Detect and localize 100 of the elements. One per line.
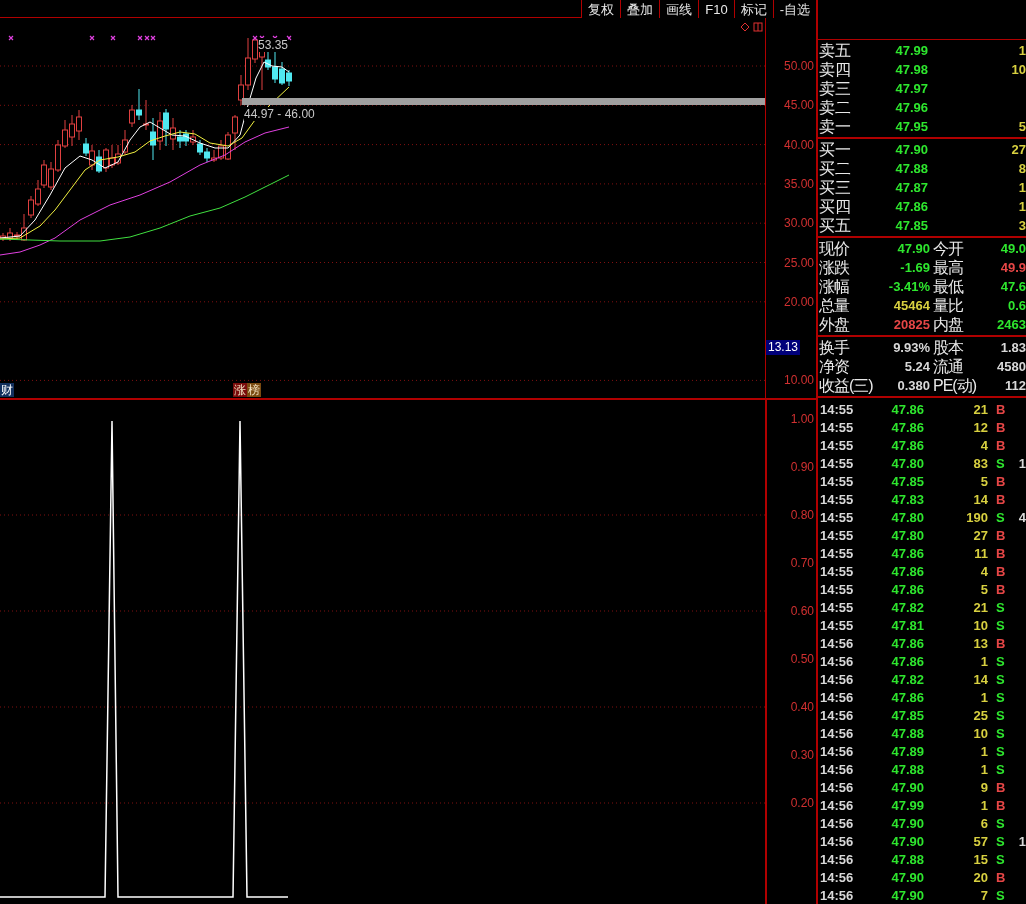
quote-value: 2463: [997, 316, 1026, 334]
quote-label: 外盘: [818, 315, 851, 335]
axis-label: 0.80: [790, 508, 814, 522]
trade-time: 14:55: [819, 581, 855, 599]
axis-label: 0.20: [790, 796, 814, 810]
quote-value: -1.69: [899, 259, 930, 277]
trade-extra: 4: [1018, 509, 1026, 527]
trade-time: 14:55: [819, 491, 855, 509]
axis-label: 45.00: [783, 98, 814, 113]
order-volume: 1: [1018, 42, 1026, 60]
quote-label: 股本: [932, 338, 964, 358]
quote-label: 现价: [818, 239, 850, 259]
trade-side: B: [995, 473, 1007, 491]
order-volume: 3: [1018, 217, 1026, 235]
trade-time: 14:56: [819, 797, 855, 815]
trade-side: B: [995, 797, 1007, 815]
marker-tag[interactable]: 涨: [233, 383, 247, 397]
order-level-label: 买一: [818, 140, 852, 160]
toolbar-button[interactable]: 复权: [581, 0, 621, 18]
trade-side: B: [995, 419, 1007, 437]
axis-label: 40.00: [783, 137, 814, 152]
trade-side: S: [995, 599, 1006, 617]
order-price: 47.98: [894, 61, 928, 79]
trade-price: 47.85: [890, 473, 924, 491]
trade-time: 14:56: [819, 815, 855, 833]
order-level-label: 卖一: [818, 117, 852, 137]
trade-time: 14:55: [819, 473, 855, 491]
quote-value: 49.0: [1000, 240, 1026, 258]
axis-label: 0.90: [790, 460, 814, 474]
axis-label: 0.40: [790, 700, 814, 714]
trade-side: S: [995, 815, 1006, 833]
trade-price: 47.90: [890, 779, 924, 797]
trade-price: 47.86: [890, 563, 924, 581]
trade-time: 14:55: [819, 455, 855, 473]
window-icon[interactable]: [753, 22, 763, 32]
order-price: 47.85: [894, 217, 928, 235]
quote-value: 5.24: [903, 358, 930, 376]
quote-label: PE(动): [932, 376, 977, 396]
trade-price: 47.86: [890, 437, 924, 455]
trade-volume: 15: [972, 851, 988, 869]
trade-side: S: [995, 725, 1006, 743]
toolbar-button[interactable]: 标记: [733, 0, 773, 18]
quote-label: 涨幅: [818, 277, 850, 297]
quote-value: 45464: [892, 297, 930, 315]
order-level-label: 买四: [818, 197, 852, 217]
quote-label: 最低: [932, 277, 965, 297]
trade-time: 14:56: [819, 779, 855, 797]
trade-volume: 27: [972, 527, 988, 545]
marker-tag[interactable]: 榜: [247, 383, 261, 397]
trade-side: B: [995, 527, 1007, 545]
quote-value: 112: [1005, 377, 1026, 395]
trade-volume: 1: [979, 689, 988, 707]
marker-tag[interactable]: 财: [0, 383, 14, 397]
trade-extra: 1: [1018, 833, 1026, 851]
order-volume: 27: [1011, 141, 1026, 159]
trade-volume: 12: [972, 419, 988, 437]
trade-volume: 5: [979, 473, 988, 491]
trade-time: 14:56: [819, 743, 855, 761]
toolbar-button[interactable]: -自选: [772, 0, 816, 18]
trade-time: 14:55: [819, 419, 855, 437]
axis-label: 20.00: [783, 294, 814, 309]
axis-label: 50.00: [783, 59, 814, 73]
order-level-label: 买五: [818, 216, 852, 236]
trade-extra: 1: [1018, 455, 1026, 473]
trade-price: 47.85: [890, 707, 924, 725]
trade-side: B: [995, 491, 1007, 509]
quote-label: 内盘: [932, 315, 965, 335]
trade-volume: 11: [973, 545, 988, 563]
quote-value: 47.6: [1000, 278, 1026, 296]
toolbar-button[interactable]: F10: [698, 0, 734, 18]
order-price: 47.87: [894, 179, 928, 197]
trade-side: S: [995, 653, 1006, 671]
trade-price: 47.86: [890, 689, 924, 707]
trade-price: 47.86: [890, 653, 924, 671]
trade-side: S: [995, 509, 1006, 527]
order-volume: 1: [1018, 198, 1026, 216]
trade-price: 47.88: [890, 761, 924, 779]
trade-price: 47.90: [890, 887, 924, 904]
trade-volume: 21: [972, 401, 988, 419]
trade-volume: 1: [979, 797, 988, 815]
trade-side: S: [995, 851, 1006, 869]
order-volume: 10: [1011, 61, 1026, 79]
toolbar-button[interactable]: 叠加: [620, 0, 660, 18]
diamond-icon[interactable]: [740, 22, 750, 32]
trade-time: 14:56: [819, 707, 855, 725]
trade-time: 14:56: [819, 761, 855, 779]
trade-price: 47.99: [890, 797, 924, 815]
order-level-label: 买二: [818, 159, 852, 179]
trade-side: B: [995, 635, 1007, 653]
toolbar-button[interactable]: 画线: [659, 0, 699, 18]
trade-side: B: [995, 869, 1007, 887]
quote-label: 流通: [932, 357, 964, 377]
trade-side: S: [995, 689, 1006, 707]
trade-time: 14:55: [819, 599, 855, 617]
trade-volume: 7: [979, 887, 988, 904]
trade-time: 14:55: [819, 563, 855, 581]
trade-side: B: [995, 581, 1007, 599]
axis-label: 0.30: [790, 748, 814, 762]
axis-label: 30.00: [783, 216, 814, 231]
order-price: 47.88: [894, 160, 928, 178]
